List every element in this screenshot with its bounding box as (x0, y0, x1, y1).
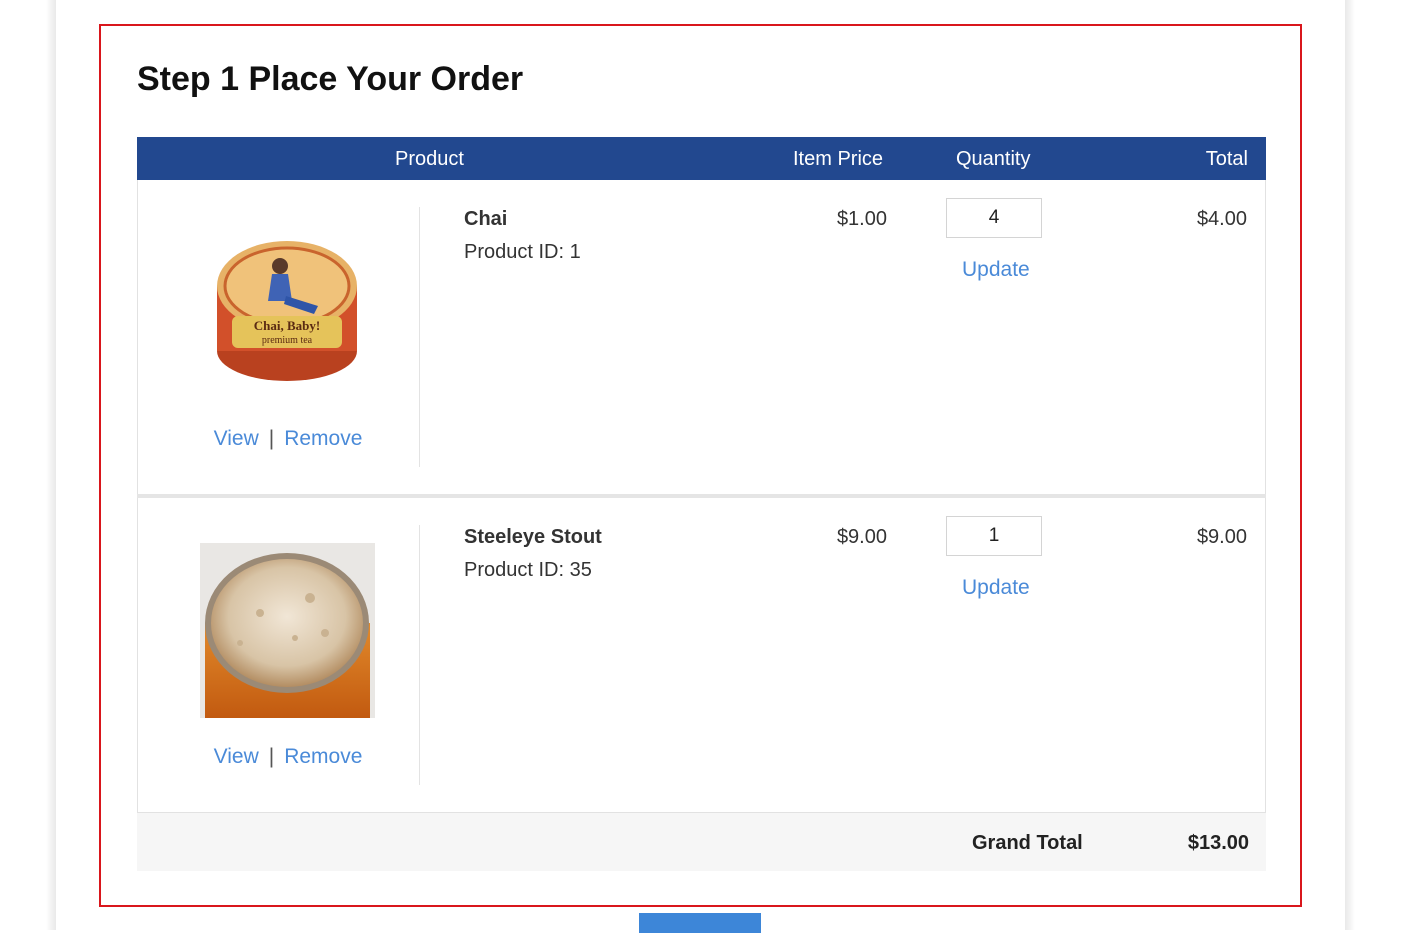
product-id: Product ID: 35 (464, 559, 592, 581)
product-image-cell: View | Remove (138, 498, 419, 812)
product-image-chai: Chai, Baby! premium tea (217, 241, 357, 381)
remove-link[interactable]: Remove (284, 745, 362, 768)
continue-button[interactable] (639, 913, 761, 933)
grand-total-label: Grand Total (972, 832, 1083, 854)
item-price: $1.00 (836, 208, 887, 230)
column-header-item-price: Item Price (793, 148, 884, 170)
grand-total-value: $13.00 (1187, 832, 1249, 854)
product-actions: View | Remove (138, 427, 438, 451)
update-link[interactable]: Update (962, 576, 1030, 600)
cart-table-header: Product Item Price Quantity Total (137, 137, 1266, 180)
column-header-quantity: Quantity (956, 148, 1031, 170)
page-title: Step 1 Place Your Order (137, 60, 524, 98)
cart-table: Product Item Price Quantity Total Chai, … (137, 137, 1266, 871)
column-divider (419, 525, 420, 785)
page-shadow-right (1345, 0, 1401, 930)
row-total: $9.00 (1196, 526, 1247, 548)
chai-can-sub: premium tea (262, 335, 313, 346)
column-divider (419, 207, 420, 467)
row-total: $4.00 (1196, 208, 1247, 230)
grand-total-row: Grand Total $13.00 (137, 812, 1266, 871)
link-separator: | (268, 745, 275, 768)
chai-can-label: Chai, Baby! (254, 318, 320, 333)
update-link[interactable]: Update (962, 258, 1030, 282)
column-header-product: Product (395, 148, 464, 170)
link-separator: | (268, 427, 275, 450)
product-name: Chai (464, 208, 508, 230)
product-image-cell: Chai, Baby! premium tea View | Remove (138, 180, 419, 494)
table-row: View | Remove Steeleye Stout Product ID: 3… (137, 498, 1266, 812)
table-row: Chai, Baby! premium tea View | Remove Chai… (137, 180, 1266, 494)
product-name: Steeleye Stout (464, 526, 602, 548)
quantity-input[interactable] (946, 198, 1042, 238)
remove-link[interactable]: Remove (284, 427, 362, 450)
product-actions: View | Remove (138, 745, 438, 769)
page-shadow-left (0, 0, 56, 930)
item-price: $9.00 (836, 526, 887, 548)
view-link[interactable]: View (214, 427, 259, 450)
order-section: Step 1 Place Your Order Product Item Pri… (99, 24, 1302, 907)
product-id: Product ID: 1 (464, 241, 581, 263)
quantity-input[interactable] (946, 516, 1042, 556)
product-image-steeleye-stout (200, 543, 375, 718)
column-header-total: Total (1205, 148, 1248, 170)
view-link[interactable]: View (214, 745, 259, 768)
